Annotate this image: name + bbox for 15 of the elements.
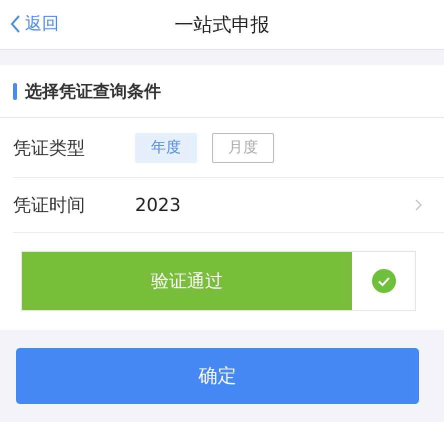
field-label: 凭证时间	[13, 194, 86, 217]
type-option[interactable]: 年度	[135, 132, 197, 162]
section-title: 选择凭证查询条件	[25, 80, 161, 102]
chevron-right-icon	[415, 199, 422, 211]
confirm-button[interactable]: 确定	[16, 348, 419, 404]
time-row[interactable]: 凭证时间 2023	[13, 178, 444, 233]
type-option[interactable]: 月度	[212, 132, 274, 162]
page-title: 一站式申报	[174, 12, 270, 38]
check-icon	[370, 268, 396, 294]
back-icon	[10, 14, 21, 34]
back-button[interactable]: 返回	[10, 12, 59, 35]
field-label: 凭证类型	[13, 136, 86, 160]
field-value: 2023	[135, 194, 182, 216]
verify-status-text: 验证通过	[151, 270, 223, 293]
section-marker-icon	[13, 82, 17, 100]
